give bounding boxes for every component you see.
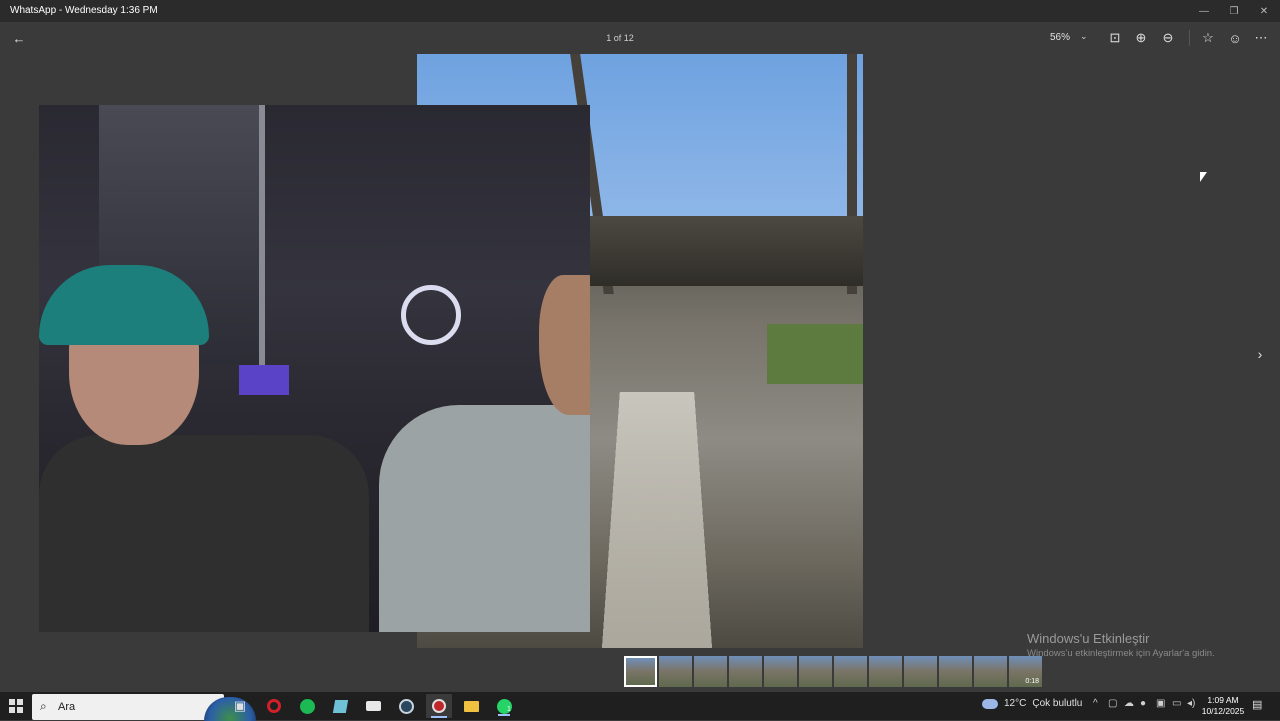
zoom-in-button[interactable]: ⊕ (1130, 28, 1152, 48)
filmstrip-thumb-video[interactable]: 0:18 (1009, 656, 1042, 687)
tray-window-icon[interactable]: ▣ (1156, 698, 1165, 709)
filmstrip-thumb[interactable] (834, 656, 867, 687)
tray-cloud-icon[interactable]: ☁ (1124, 698, 1134, 709)
filmstrip-thumb[interactable] (659, 656, 692, 687)
zoom-in-icon: ⊕ (1135, 30, 1147, 45)
window-title: WhatsApp - Wednesday 1:36 PM (10, 5, 158, 16)
ring-light (401, 285, 461, 345)
emoji-icon: ☺ (1228, 30, 1242, 46)
weather-widget[interactable]: 12°C Çok bulutlu (982, 698, 1082, 709)
activation-subtitle: Windows'u etkinleştirmek için Ayarlar'a … (1027, 648, 1215, 659)
fit-icon: ⊡ (1109, 30, 1121, 45)
filmstrip-thumb[interactable] (799, 656, 832, 687)
filmstrip-thumb[interactable] (939, 656, 972, 687)
cloud-icon (982, 698, 998, 709)
activation-title: Windows'u Etkinleştir (1027, 631, 1150, 646)
back-arrow-icon: ← (12, 30, 26, 46)
zoom-out-icon: ⊖ (1162, 30, 1174, 45)
filmstrip-thumb[interactable] (624, 656, 657, 687)
chevron-down-icon[interactable]: ⌄ (1080, 31, 1088, 42)
filmstrip-thumb[interactable] (729, 656, 762, 687)
taskbar: ⌕ Ara ▣ 1 12°C Çok bulutlu ^ ▢ ☁ ● ▣ ▭ ◂… (0, 692, 1280, 721)
person-right-head (539, 275, 590, 415)
notification-center-icon[interactable]: ▤ (1252, 698, 1262, 711)
clock-date: 10/12/2025 (1201, 706, 1245, 716)
zoom-level[interactable]: 56% (1050, 32, 1070, 43)
steam-icon[interactable] (394, 696, 418, 716)
spotify-icon[interactable] (295, 696, 319, 716)
weather-temp: 12°C (1004, 698, 1027, 709)
filmstrip: 0:18 (624, 656, 1042, 688)
more-options-button[interactable]: ⋯ (1250, 28, 1272, 48)
fit-to-window-button[interactable]: ⊡ (1104, 28, 1126, 48)
minimize-button[interactable]: — (1188, 0, 1220, 22)
star-button[interactable]: ☆ (1197, 28, 1219, 48)
tray-app-icon[interactable]: ▢ (1108, 698, 1117, 709)
task-view-icon[interactable]: ▣ (228, 696, 252, 716)
recorder-icon[interactable] (426, 694, 452, 718)
app-icon[interactable] (328, 696, 352, 716)
network-icon[interactable]: ▭ (1172, 698, 1181, 709)
whatsapp-badge: 1 (507, 706, 511, 713)
file-explorer-icon[interactable] (459, 696, 483, 716)
whatsapp-icon[interactable]: 1 (492, 696, 516, 716)
filmstrip-thumb[interactable] (974, 656, 1007, 687)
filmstrip-thumb[interactable] (694, 656, 727, 687)
window-titlebar: WhatsApp - Wednesday 1:36 PM — ❐ ✕ (0, 0, 1280, 22)
viewer-toolbar: ← 1 of 12 56% ⌄ ⊡ ⊕ ⊖ ☆ ☺ ⋯ (0, 22, 1280, 54)
filmstrip-thumb[interactable] (869, 656, 902, 687)
close-icon: ✕ (1259, 5, 1269, 17)
trough (599, 391, 715, 648)
minimize-icon: — (1199, 5, 1209, 17)
filmstrip-thumb[interactable] (904, 656, 937, 687)
chevron-right-icon: › (1257, 346, 1263, 362)
system-clock[interactable]: 1:09 AM 10/12/2025 (1200, 695, 1246, 717)
barn-roof (587, 216, 863, 286)
back-button[interactable]: ← (8, 28, 30, 48)
restore-icon: ❐ (1229, 5, 1239, 17)
close-button[interactable]: ✕ (1248, 0, 1280, 22)
folder-stack-icon[interactable] (361, 696, 385, 716)
person-right (379, 405, 590, 632)
mouse-cursor (1200, 172, 1207, 182)
pc-glow (239, 365, 289, 395)
react-button[interactable]: ☺ (1224, 28, 1246, 48)
video-duration: 0:18 (1025, 678, 1039, 685)
start-button[interactable] (4, 696, 28, 716)
next-media-button[interactable]: › (1252, 346, 1268, 362)
media-counter: 1 of 12 (606, 33, 634, 43)
grass-patch (767, 324, 863, 384)
person-left (39, 435, 369, 632)
weather-condition: Çok bulutlu (1032, 698, 1083, 709)
search-icon: ⌕ (40, 699, 47, 713)
volume-icon[interactable]: ◂) (1187, 698, 1195, 709)
windows-logo-icon (9, 699, 23, 713)
filmstrip-thumb[interactable] (764, 656, 797, 687)
zoom-out-button[interactable]: ⊖ (1157, 28, 1179, 48)
selfie-photo (39, 105, 590, 632)
taskbar-search[interactable]: ⌕ Ara (32, 694, 256, 721)
microphone-icon[interactable]: ● (1140, 698, 1146, 709)
more-icon: ⋯ (1254, 30, 1268, 45)
star-icon: ☆ (1202, 30, 1214, 45)
search-input[interactable]: Ara (58, 701, 75, 713)
opera-icon[interactable] (262, 696, 286, 716)
clock-time: 1:09 AM (1207, 695, 1239, 705)
windows-activation-watermark: Windows'u Etkinleştir Windows'u etkinleş… (1027, 631, 1215, 659)
toolbar-divider (1189, 30, 1190, 46)
restore-button[interactable]: ❐ (1218, 0, 1250, 22)
tray-overflow-icon[interactable]: ^ (1093, 698, 1098, 709)
